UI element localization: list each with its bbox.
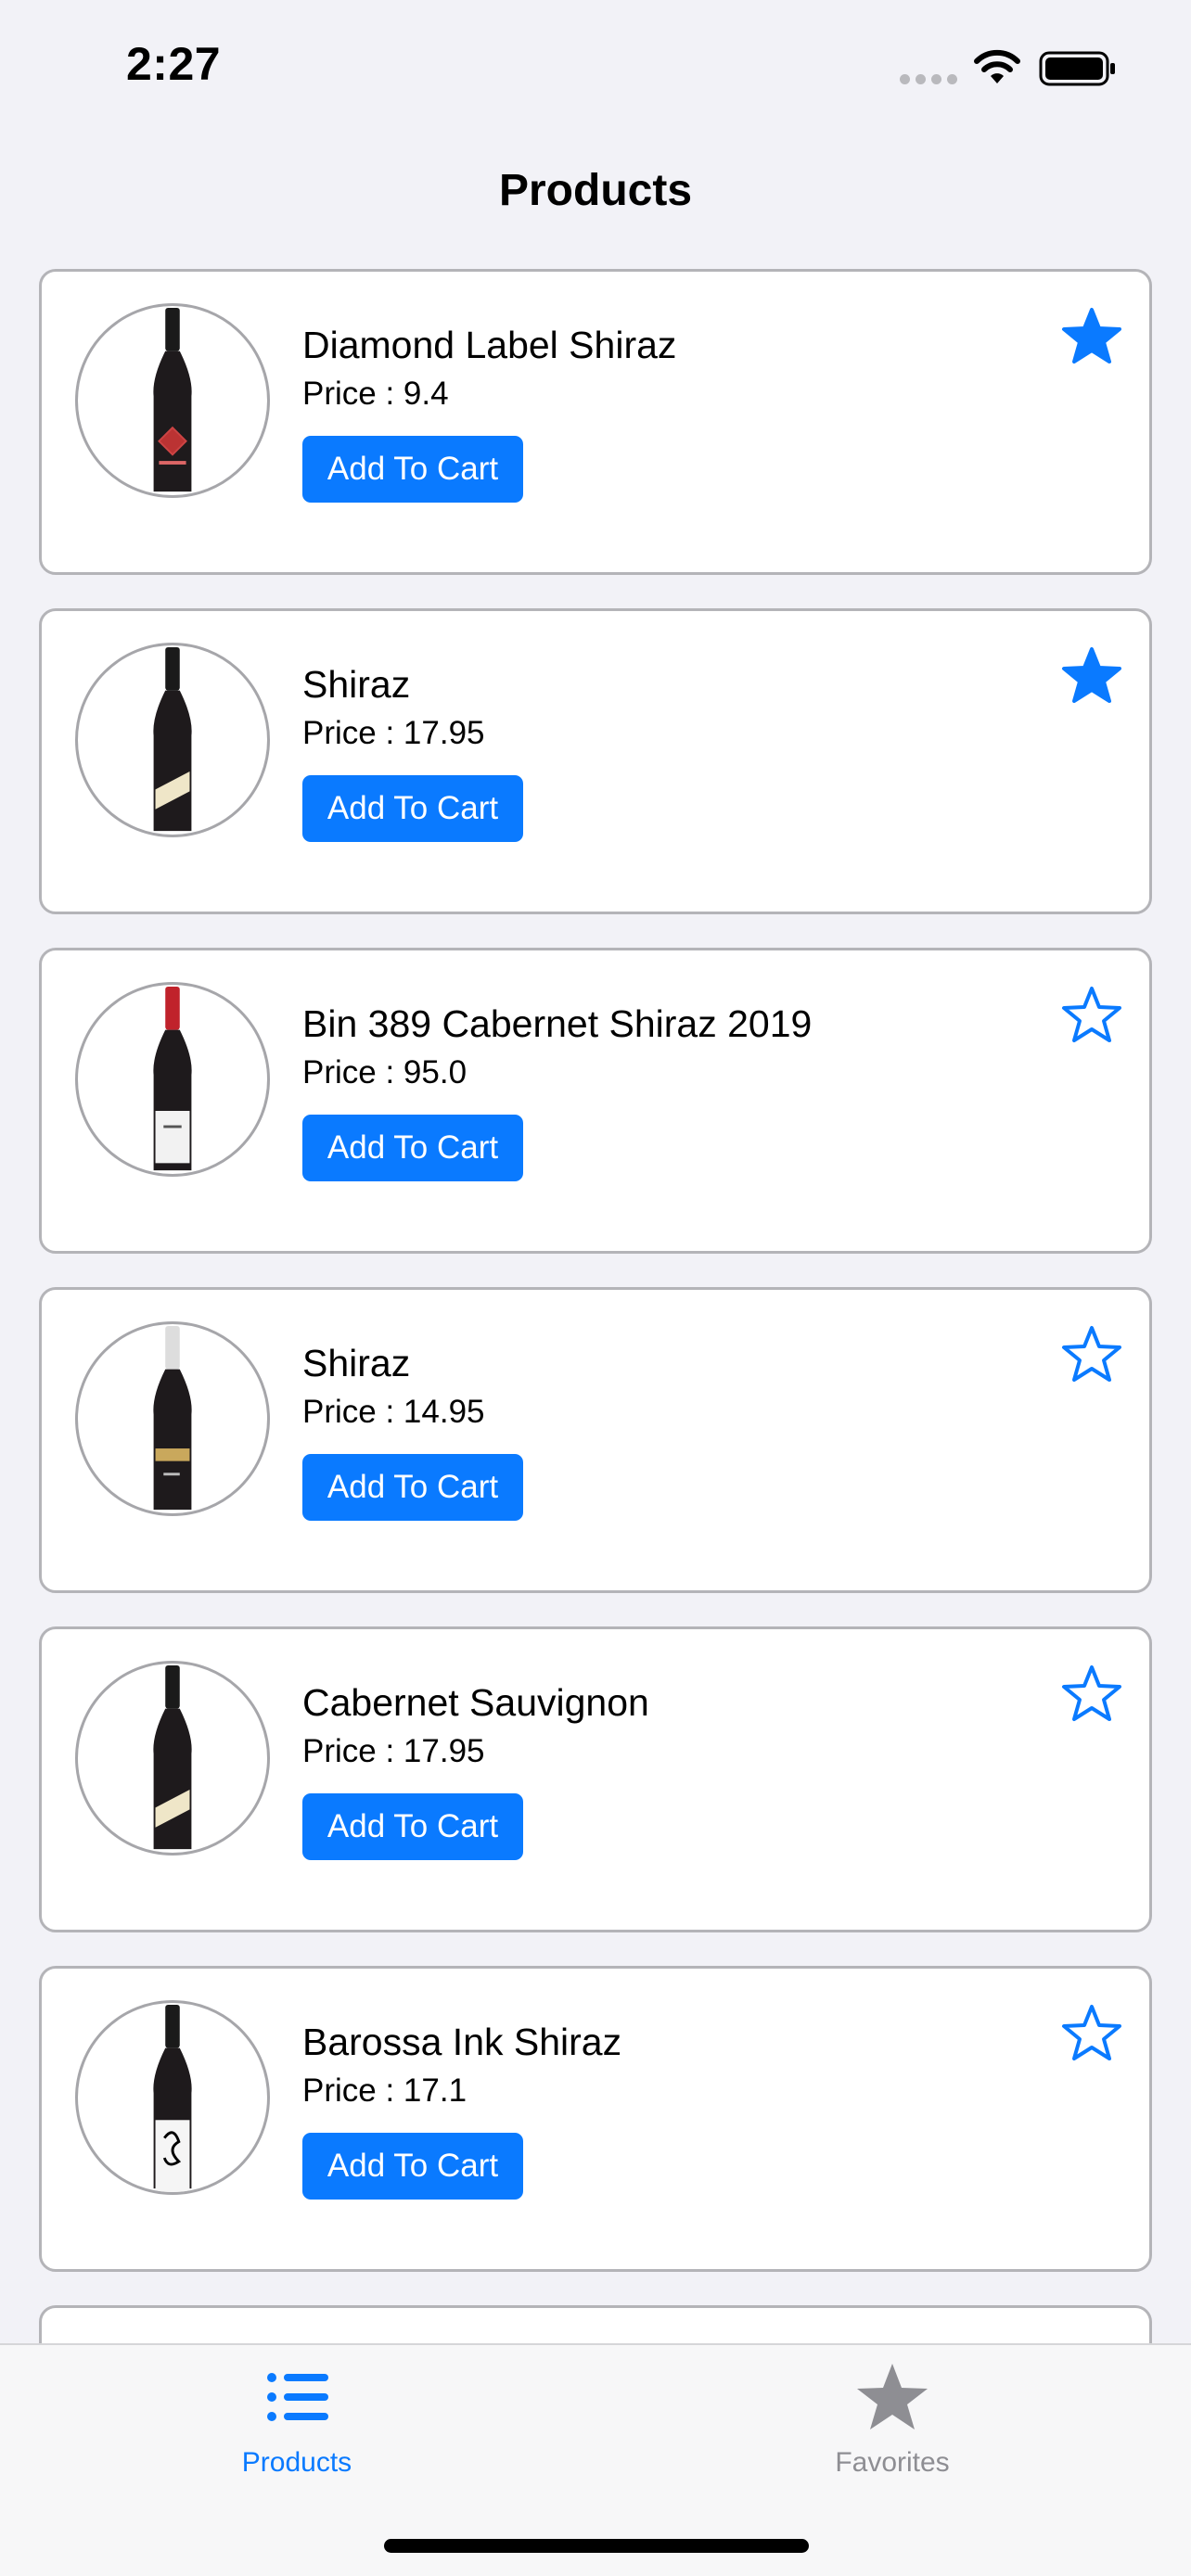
- star-filled-icon: [1062, 308, 1121, 363]
- wine-bottle-image: [153, 1664, 192, 1850]
- product-name: Bin 389 Cabernet Shiraz 2019: [302, 1002, 813, 1045]
- product-card[interactable]: Shiraz Price : 17.95 Add To Cart: [39, 608, 1152, 914]
- product-thumbnail: [75, 982, 270, 1177]
- cellular-signal-icon: [900, 74, 957, 84]
- star-outline-icon: [1062, 987, 1121, 1042]
- product-thumbnail: [75, 1321, 270, 1516]
- product-price: Price : 17.95: [302, 715, 485, 751]
- favorite-button[interactable]: [1061, 646, 1122, 704]
- wine-bottle-image: [153, 646, 192, 832]
- favorite-button[interactable]: [1061, 2004, 1122, 2061]
- star-outline-icon: [1062, 1665, 1121, 1721]
- product-price: Price : 17.95: [302, 1733, 485, 1769]
- add-to-cart-button[interactable]: Add To Cart: [302, 1115, 523, 1181]
- tab-products-label: Products: [241, 2447, 352, 2478]
- product-name: Shiraz: [302, 663, 411, 706]
- add-to-cart-button[interactable]: Add To Cart: [302, 1454, 523, 1521]
- wine-bottle-image: [153, 307, 192, 492]
- product-card[interactable]: Shiraz Price : 14.95 Add To Cart: [39, 1287, 1152, 1593]
- product-name: Diamond Label Shiraz: [302, 324, 677, 366]
- product-thumbnail: [75, 2000, 270, 2195]
- battery-icon: [1039, 51, 1115, 86]
- product-card[interactable]: Cabernet Sauvignon Price : 17.95 Add To Ca…: [39, 1626, 1152, 1932]
- home-indicator: [384, 2539, 809, 2553]
- tab-favorites-label: Favorites: [835, 2447, 950, 2478]
- star-filled-icon: [1062, 647, 1121, 703]
- product-name: Shiraz: [302, 1342, 411, 1384]
- product-price: Price : 9.4: [302, 376, 449, 412]
- product-list[interactable]: Diamond Label Shiraz Price : 9.4 Add To Ca…: [39, 269, 1152, 2576]
- product-thumbnail: [75, 643, 270, 837]
- product-price: Price : 14.95: [302, 1394, 485, 1430]
- product-name: Barossa Ink Shiraz: [302, 2021, 622, 2063]
- star-outline-icon: [1062, 1326, 1121, 1382]
- add-to-cart-button[interactable]: Add To Cart: [302, 2133, 523, 2200]
- wine-bottle-image: [153, 986, 192, 1171]
- favorite-button[interactable]: [1061, 1325, 1122, 1383]
- status-bar: 2:27: [0, 0, 1191, 130]
- favorite-button[interactable]: [1061, 307, 1122, 364]
- product-price: Price : 17.1: [302, 2072, 467, 2109]
- wine-bottle-image: [153, 1325, 192, 1511]
- list-icon: [267, 2373, 328, 2421]
- product-card[interactable]: Barossa Ink Shiraz Price : 17.1 Add To Car…: [39, 1966, 1152, 2272]
- product-name: Cabernet Sauvignon: [302, 1681, 649, 1724]
- product-card[interactable]: Bin 389 Cabernet Shiraz 2019 Price : 95.0…: [39, 948, 1152, 1254]
- favorite-button[interactable]: [1061, 1664, 1122, 1722]
- tab-favorites[interactable]: Favorites: [753, 2360, 1031, 2479]
- wine-bottle-image: [153, 2004, 192, 2192]
- page-title: Products: [498, 166, 693, 215]
- add-to-cart-button[interactable]: Add To Cart: [302, 775, 523, 842]
- add-to-cart-button[interactable]: Add To Cart: [302, 1793, 523, 1860]
- product-thumbnail: [75, 1661, 270, 1855]
- product-price: Price : 95.0: [302, 1054, 467, 1090]
- product-card[interactable]: Diamond Label Shiraz Price : 9.4 Add To Ca…: [39, 269, 1152, 575]
- favorite-button[interactable]: [1061, 986, 1122, 1043]
- status-time: 2:27: [126, 38, 222, 90]
- wifi-icon: [974, 49, 1020, 83]
- tab-products[interactable]: Products: [158, 2360, 436, 2479]
- add-to-cart-button[interactable]: Add To Cart: [302, 436, 523, 503]
- product-thumbnail: [75, 303, 270, 498]
- star-outline-icon: [1062, 2005, 1121, 2060]
- star-icon: [857, 2364, 928, 2429]
